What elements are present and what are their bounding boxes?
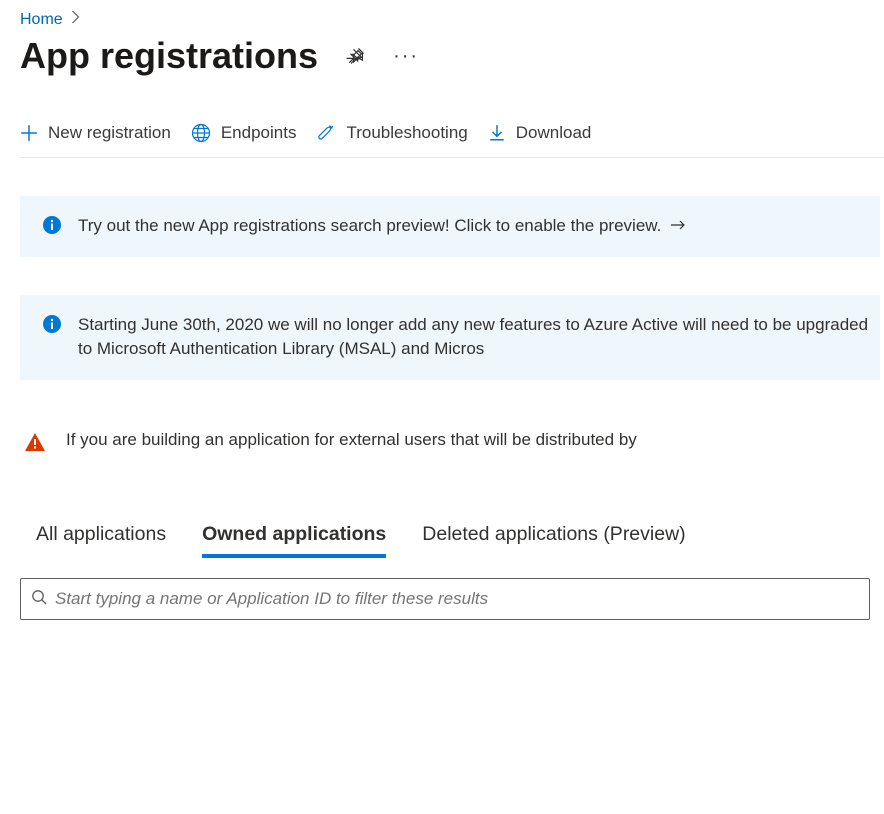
info-icon — [42, 215, 62, 235]
endpoints-label: Endpoints — [221, 123, 297, 143]
tab-owned-applications[interactable]: Owned applications — [202, 523, 386, 558]
troubleshooting-button[interactable]: Troubleshooting — [316, 123, 467, 143]
preview-banner[interactable]: Try out the new App registrations search… — [20, 196, 880, 257]
warning-row: If you are building an application for e… — [20, 430, 884, 453]
toolbar: New registration Endpoints Troubleshooti… — [20, 113, 884, 158]
tab-deleted-applications[interactable]: Deleted applications (Preview) — [422, 523, 685, 558]
warning-icon — [24, 431, 46, 453]
wrench-icon — [316, 123, 336, 143]
download-button[interactable]: Download — [488, 123, 592, 143]
deprecation-banner[interactable]: Starting June 30th, 2020 we will no long… — [20, 295, 880, 380]
preview-banner-text: Try out the new App registrations search… — [78, 214, 686, 239]
pin-icon[interactable] — [344, 44, 368, 68]
arrow-right-icon — [670, 216, 686, 235]
info-icon — [42, 314, 62, 334]
search-icon — [31, 589, 47, 608]
search-wrap — [20, 578, 870, 620]
troubleshooting-label: Troubleshooting — [346, 123, 467, 143]
page-title: App registrations — [20, 35, 318, 77]
warning-text: If you are building an application for e… — [66, 430, 637, 450]
search-box[interactable] — [20, 578, 870, 620]
globe-icon — [191, 123, 211, 143]
breadcrumb-home-link[interactable]: Home — [20, 11, 63, 29]
tabs: All applications Owned applications Dele… — [20, 523, 884, 558]
tab-all-applications[interactable]: All applications — [36, 523, 166, 558]
plus-icon — [20, 124, 38, 142]
chevron-right-icon — [71, 10, 80, 29]
search-input[interactable] — [55, 589, 859, 609]
more-icon[interactable]: ··· — [394, 44, 418, 68]
deprecation-banner-text: Starting June 30th, 2020 we will no long… — [78, 313, 880, 362]
new-registration-button[interactable]: New registration — [20, 123, 171, 143]
title-row: App registrations ··· — [20, 35, 884, 113]
download-icon — [488, 124, 506, 142]
download-label: Download — [516, 123, 592, 143]
breadcrumb: Home — [20, 0, 884, 35]
new-registration-label: New registration — [48, 123, 171, 143]
endpoints-button[interactable]: Endpoints — [191, 123, 297, 143]
